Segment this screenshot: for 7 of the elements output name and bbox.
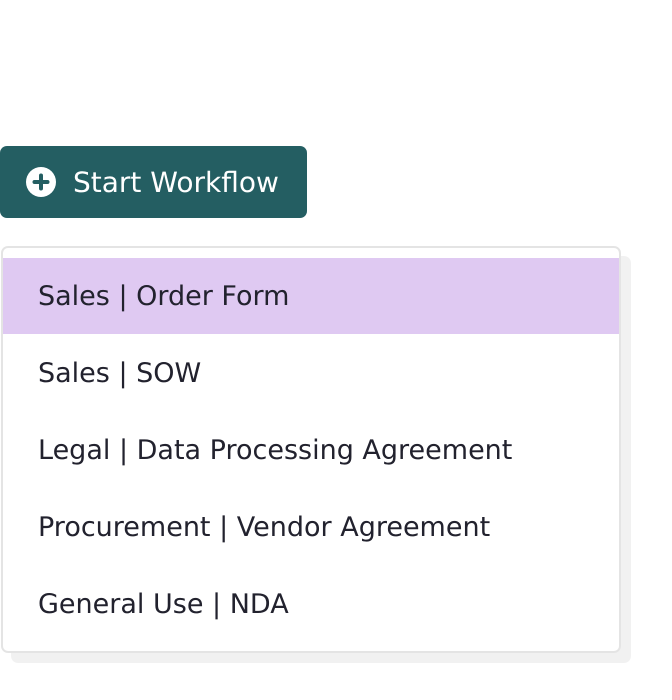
start-workflow-button[interactable]: Start Workflow xyxy=(0,146,307,218)
menu-item[interactable]: Procurement | Vendor Agreement xyxy=(3,489,619,565)
menu-item[interactable]: Sales | SOW xyxy=(3,335,619,411)
menu-item[interactable]: Legal | Data Processing Agreement xyxy=(3,412,619,488)
plus-circle-icon xyxy=(26,167,56,197)
menu-item[interactable]: Sales | Order Form xyxy=(3,258,619,334)
menu-item[interactable]: General Use | NDA xyxy=(3,566,619,642)
